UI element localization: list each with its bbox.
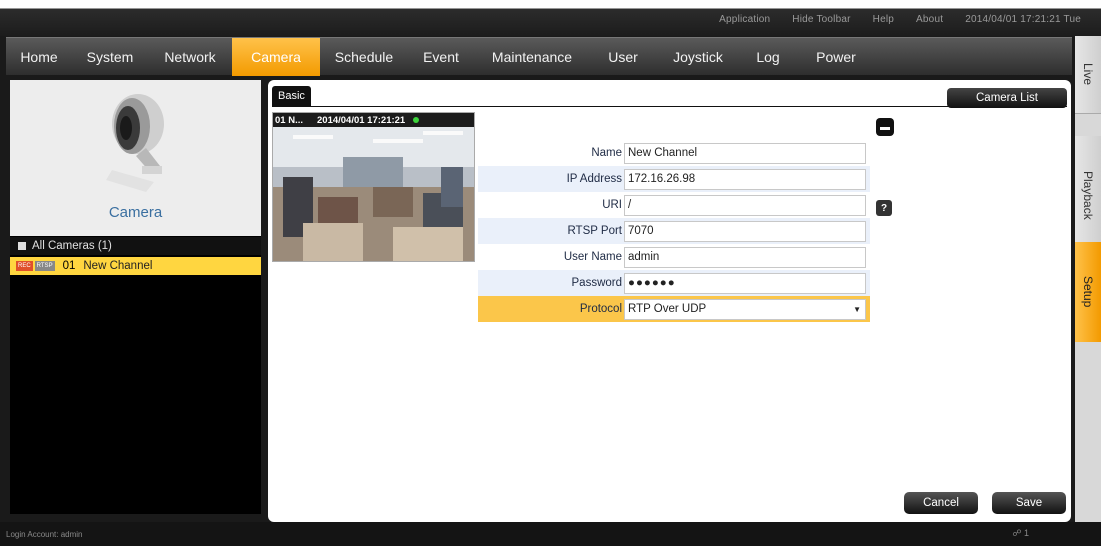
video-frame [273, 127, 474, 261]
side-tab-playback[interactable]: Playback [1075, 136, 1101, 256]
uri-help-button[interactable]: ? [876, 200, 892, 216]
tree-root-label: All Cameras (1) [32, 240, 112, 252]
network-icon: ☍ [1012, 528, 1022, 538]
nav-home[interactable]: Home [6, 38, 72, 76]
nav-camera[interactable]: Camera [232, 37, 320, 76]
minimize-button[interactable] [876, 118, 894, 136]
row-user-name: User Name admin [478, 244, 870, 270]
preview-timestamp: 2014/04/01 17:21:21 [317, 114, 406, 126]
network-status: ☍ 1 [1012, 528, 1029, 539]
nav-system[interactable]: System [72, 38, 148, 76]
side-tab-live-label: Live [1081, 63, 1095, 86]
tree-item-camera-01[interactable]: REC RTSP 01 New Channel [10, 257, 261, 275]
chevron-down-icon: ▼ [853, 304, 861, 314]
user-name-label: User Name [563, 251, 622, 263]
nav-event[interactable]: Event [408, 38, 474, 76]
status-dot-icon [413, 117, 420, 123]
side-tab-setup-label: Setup [1081, 276, 1095, 308]
rtsp-port-label: RTSP Port [567, 225, 622, 237]
minimize-icon [880, 124, 890, 130]
tree-item-name: New Channel [83, 260, 153, 272]
name-input[interactable]: New Channel [624, 142, 866, 164]
tree-item-number: 01 [62, 260, 76, 272]
camera-header: Camera [10, 80, 261, 236]
camera-form: Name New Channel IP Address 172.16.26.98… [478, 140, 870, 322]
ip-address-input[interactable]: 172.16.26.98 [624, 168, 866, 190]
main-nav: Home System Network Camera Schedule Even… [6, 37, 1072, 76]
rec-badge-icon: REC [16, 261, 33, 271]
row-password: Password ●●●●●● [478, 270, 870, 296]
nav-log[interactable]: Log [740, 38, 796, 76]
side-tab-playback-label: Playback [1081, 171, 1095, 220]
collapse-icon[interactable] [18, 242, 26, 250]
password-input[interactable]: ●●●●●● [624, 272, 866, 294]
cancel-button[interactable]: Cancel [904, 492, 978, 514]
toolbar-datetime: 2014/04/01 17:21:21 Tue [965, 14, 1081, 25]
password-label: Password [571, 277, 623, 289]
top-toolbar: Application Hide Toolbar Help About 2014… [0, 0, 1101, 36]
side-tab-live[interactable]: Live [1075, 36, 1101, 114]
protocol-label: Protocol [579, 303, 622, 315]
side-tabs: Live Playback Setup [1075, 36, 1101, 522]
login-account: Login Account: admin [6, 530, 83, 539]
nav-joystick[interactable]: Joystick [656, 38, 740, 76]
nav-network[interactable]: Network [148, 38, 232, 76]
network-count: 1 [1023, 528, 1029, 538]
camera-list-button[interactable]: Camera List [947, 88, 1067, 108]
uri-input[interactable]: / [624, 194, 866, 216]
toolbar-link-help[interactable]: Help [873, 14, 894, 25]
tree-root-all-cameras[interactable]: All Cameras (1) [10, 237, 261, 255]
preview-header: 01 N... 2014/04/01 17:21:21 [273, 113, 474, 127]
camera-tree-panel: Camera All Cameras (1) REC RTSP 01 New C… [10, 80, 261, 514]
tab-basic[interactable]: Basic [272, 86, 311, 106]
rtsp-badge-icon: RTSP [34, 261, 55, 271]
ip-address-label: IP Address [566, 173, 622, 185]
rtsp-port-input[interactable]: 7070 [624, 220, 866, 242]
toolbar-link-hide-toolbar[interactable]: Hide Toolbar [792, 14, 850, 25]
preview-label: 01 N... [275, 114, 303, 126]
camera-settings-panel: Basic Camera List 01 N... 2014/04/01 17:… [268, 80, 1071, 522]
row-ip-address: IP Address 172.16.26.98 [478, 166, 870, 192]
nav-schedule[interactable]: Schedule [320, 38, 408, 76]
row-protocol: Protocol RTP Over UDP ▼ [478, 296, 870, 322]
toolbar-link-application[interactable]: Application [719, 14, 770, 25]
row-rtsp-port: RTSP Port 7070 [478, 218, 870, 244]
toolbar-link-about[interactable]: About [916, 14, 943, 25]
uri-label: URI [602, 199, 622, 211]
nav-user[interactable]: User [590, 38, 656, 76]
row-uri: URI / [478, 192, 870, 218]
camera-caption: Camera [108, 204, 163, 221]
app-window: Application Hide Toolbar Help About 2014… [0, 0, 1101, 546]
status-bar: Login Account: admin ☍ 1 [0, 522, 1101, 546]
protocol-select[interactable]: RTP Over UDP ▼ [624, 298, 866, 320]
row-name: Name New Channel [478, 140, 870, 166]
save-button[interactable]: Save [992, 492, 1066, 514]
nav-power[interactable]: Power [796, 38, 876, 76]
toolbar-links: Application Hide Toolbar Help About 2014… [719, 14, 1081, 25]
user-name-input[interactable]: admin [624, 246, 866, 268]
protocol-selected-value: RTP Over UDP [628, 303, 707, 315]
side-tab-setup[interactable]: Setup [1075, 242, 1101, 342]
nav-maintenance[interactable]: Maintenance [474, 38, 590, 76]
name-label: Name [591, 147, 622, 159]
camera-icon [106, 94, 164, 192]
camera-preview: 01 N... 2014/04/01 17:21:21 [272, 112, 475, 262]
